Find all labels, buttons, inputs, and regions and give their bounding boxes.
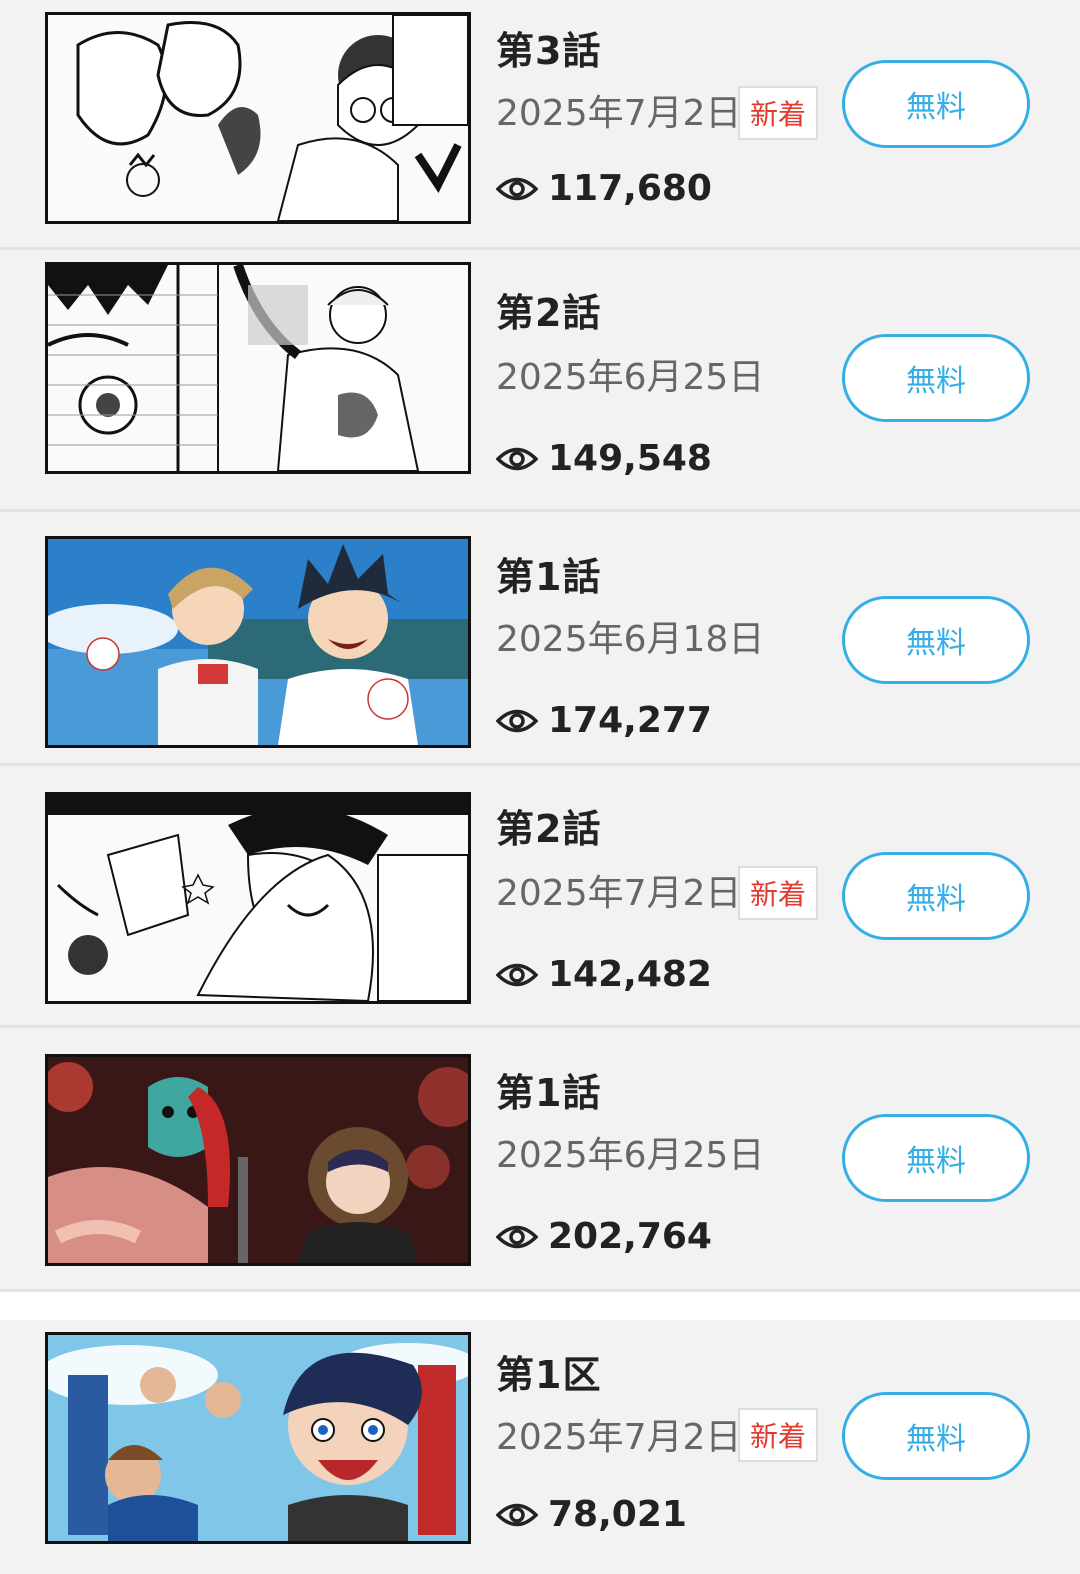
episode-date: 2025年6月18日 xyxy=(496,619,765,660)
episode-date: 2025年6月25日 xyxy=(496,357,765,398)
episode-row[interactable]: 第2話 2025年7月2日 新着 142,482 無料 xyxy=(0,766,1080,1028)
episode-row[interactable]: 第2話 2025年6月25日 149,548 無料 xyxy=(0,250,1080,512)
free-read-button[interactable]: 無料 xyxy=(842,60,1030,148)
free-read-button[interactable]: 無料 xyxy=(842,596,1030,684)
eye-icon xyxy=(496,1503,538,1526)
episode-thumbnail[interactable] xyxy=(45,536,471,748)
episode-title: 第2話 xyxy=(496,807,602,851)
episode-thumbnail[interactable] xyxy=(45,12,471,224)
episode-date: 2025年6月25日 xyxy=(496,1135,765,1176)
episode-date: 2025年7月2日 xyxy=(496,873,742,914)
free-read-button[interactable]: 無料 xyxy=(842,852,1030,940)
episode-row[interactable]: 第1話 2025年6月25日 202,764 無料 xyxy=(0,1028,1080,1292)
eye-icon xyxy=(496,447,538,470)
episode-thumbnail[interactable] xyxy=(45,1332,471,1544)
view-count-value: 149,548 xyxy=(548,438,712,479)
episode-title: 第1話 xyxy=(496,555,602,599)
episode-title: 第3話 xyxy=(496,29,602,73)
free-read-button[interactable]: 無料 xyxy=(842,1392,1030,1480)
episode-date: 2025年7月2日 xyxy=(496,93,742,134)
view-count: 117,680 xyxy=(496,168,712,209)
episode-thumbnail[interactable] xyxy=(45,1054,471,1266)
free-read-button[interactable]: 無料 xyxy=(842,334,1030,422)
episode-thumbnail[interactable] xyxy=(45,262,471,474)
episode-row[interactable]: 第1区 2025年7月2日 新着 78,021 無料 xyxy=(0,1320,1080,1574)
episode-title: 第2話 xyxy=(496,291,602,335)
eye-icon xyxy=(496,1225,538,1248)
episode-thumbnail[interactable] xyxy=(45,792,471,1004)
view-count: 78,021 xyxy=(496,1494,687,1535)
episode-row[interactable]: 第3話 2025年7月2日 新着 117,680 無料 xyxy=(0,0,1080,250)
view-count: 202,764 xyxy=(496,1216,712,1257)
new-badge: 新着 xyxy=(738,866,819,920)
episode-title: 第1区 xyxy=(496,1353,602,1397)
view-count: 149,548 xyxy=(496,438,712,479)
view-count-value: 174,277 xyxy=(548,700,712,741)
episode-date: 2025年7月2日 xyxy=(496,1417,742,1458)
view-count-value: 117,680 xyxy=(548,168,712,209)
new-badge: 新着 xyxy=(738,86,819,140)
eye-icon xyxy=(496,709,538,732)
episode-row[interactable]: 第1話 2025年6月18日 174,277 無料 xyxy=(0,512,1080,766)
view-count: 142,482 xyxy=(496,954,712,995)
eye-icon xyxy=(496,177,538,200)
section-gap xyxy=(0,1292,1080,1320)
episode-list: 第3話 2025年7月2日 新着 117,680 無料 第2話 2025年6月2… xyxy=(0,0,1080,1574)
free-read-button[interactable]: 無料 xyxy=(842,1114,1030,1202)
episode-title: 第1話 xyxy=(496,1071,602,1115)
view-count: 174,277 xyxy=(496,700,712,741)
new-badge: 新着 xyxy=(738,1408,819,1462)
view-count-value: 142,482 xyxy=(548,954,712,995)
eye-icon xyxy=(496,963,538,986)
view-count-value: 78,021 xyxy=(548,1494,687,1535)
view-count-value: 202,764 xyxy=(548,1216,712,1257)
